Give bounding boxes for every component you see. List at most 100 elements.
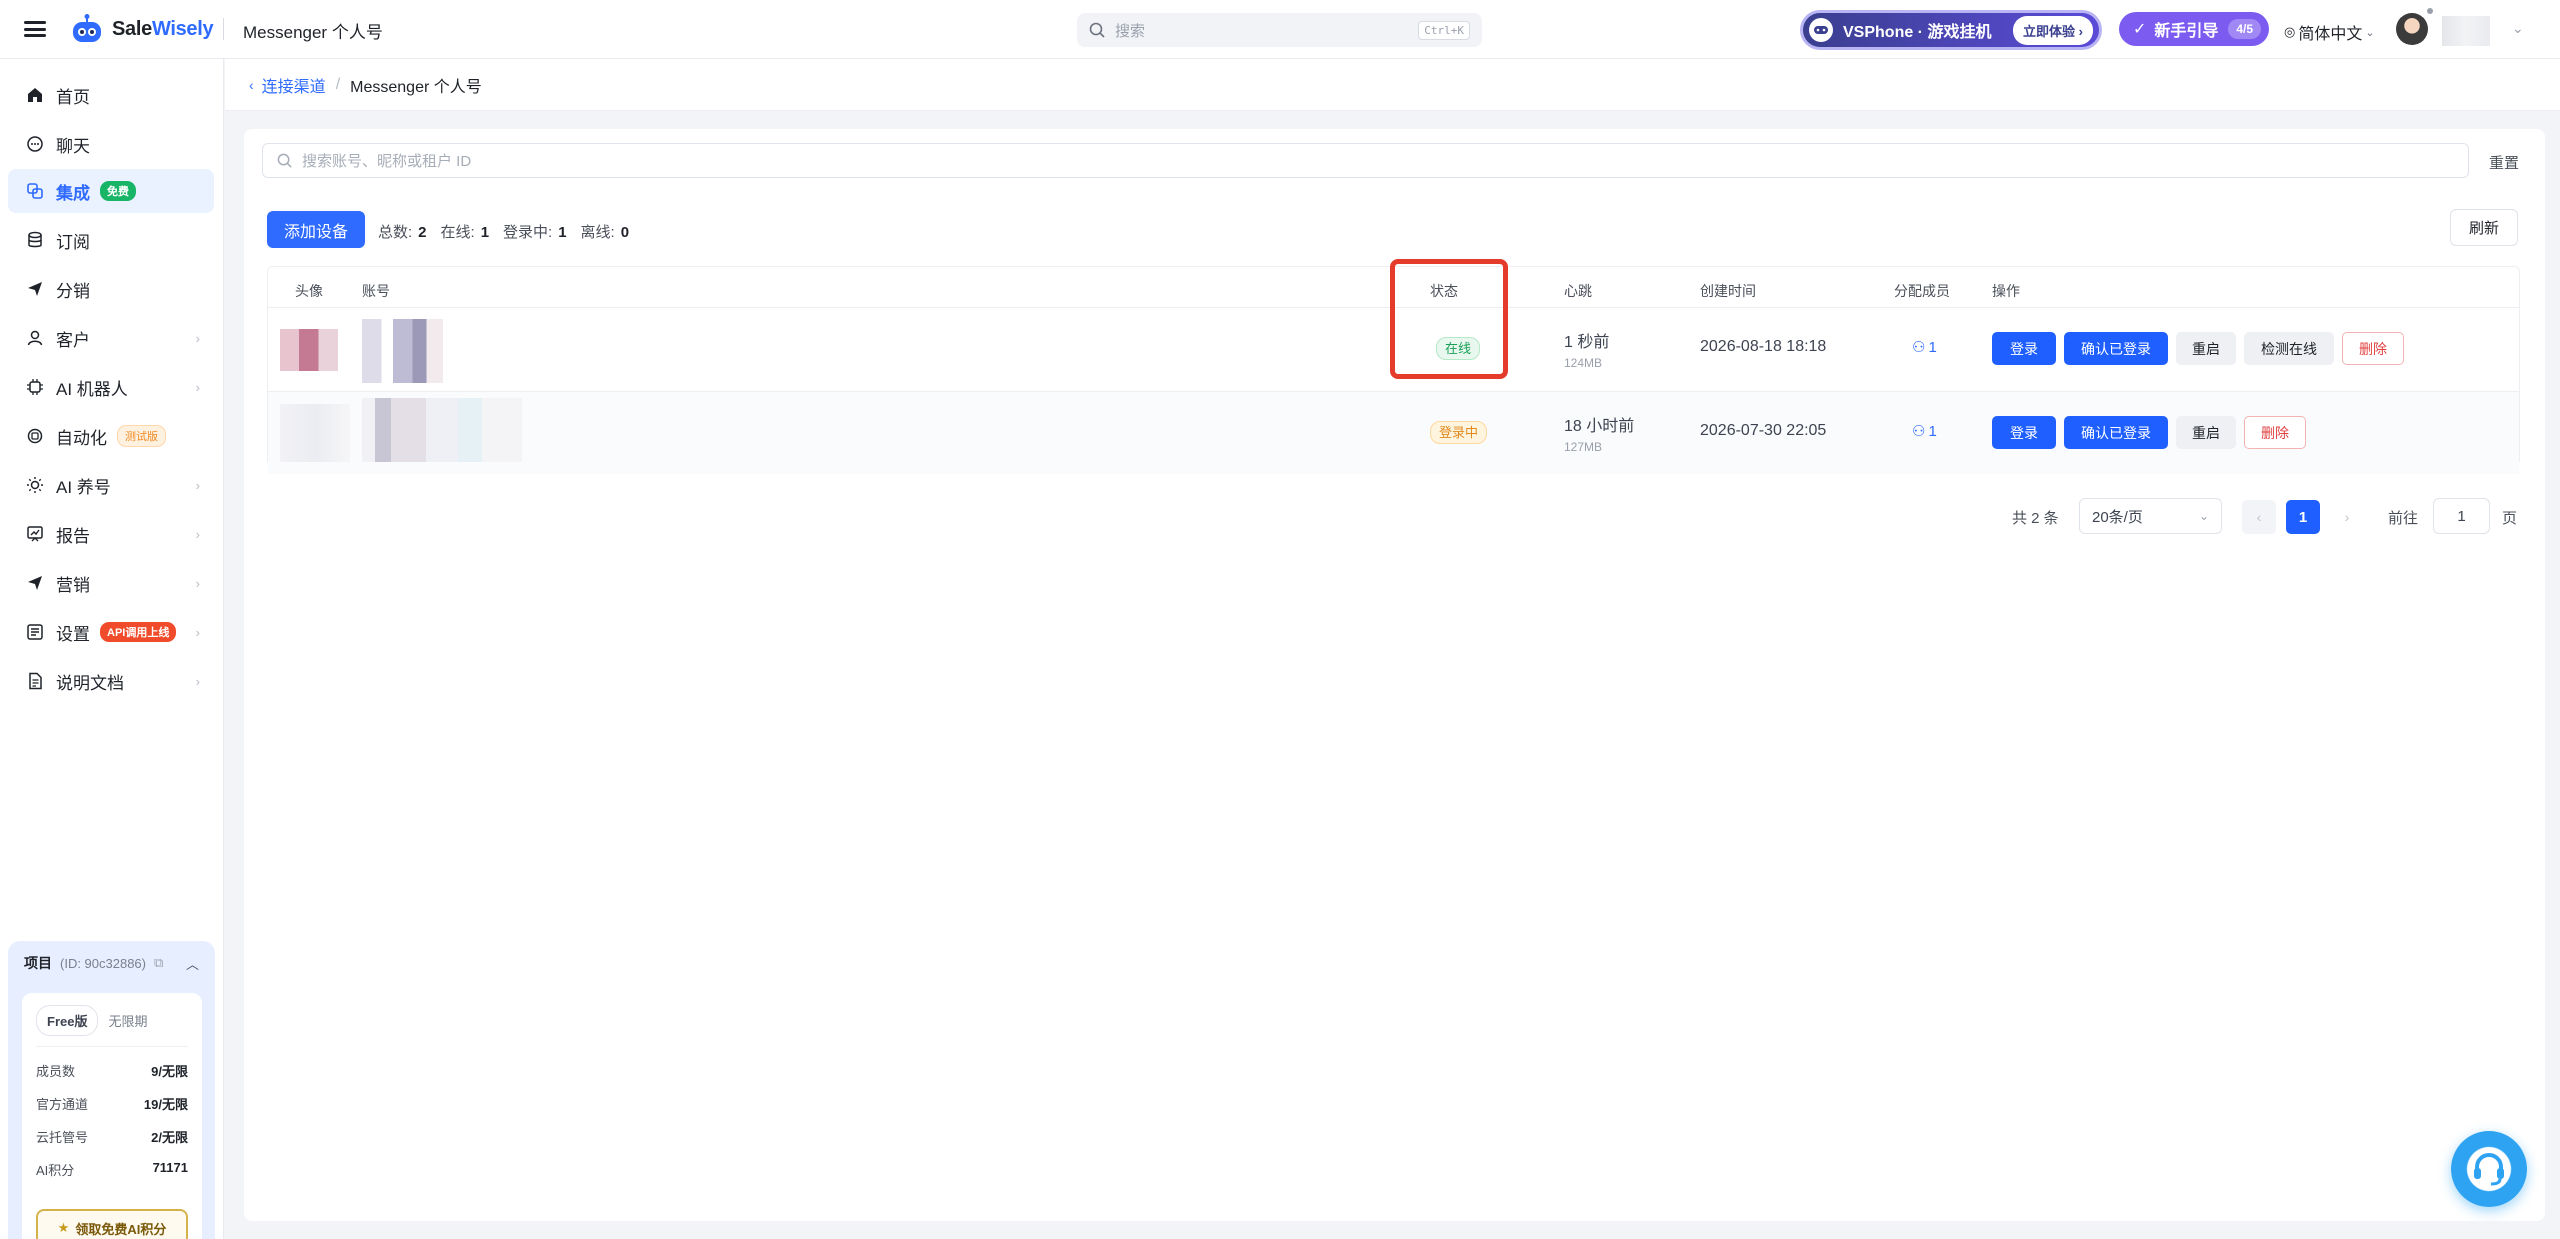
col-header-avatar: 头像 — [295, 283, 323, 299]
prev-page-button[interactable]: ‹ — [2242, 500, 2276, 534]
goto-label: 前往 — [2388, 510, 2419, 527]
send-icon — [25, 279, 45, 299]
global-search[interactable]: 搜索 Ctrl+K — [1077, 13, 1482, 47]
delete-button[interactable]: 删除 — [2342, 332, 2404, 365]
sidebar-item-ai-nurture[interactable]: AI 养号 › — [8, 463, 214, 507]
guide-progress: 4/5 — [2228, 19, 2261, 39]
sidebar-item-distribution[interactable]: 分销 — [8, 267, 214, 311]
page-number-current[interactable]: 1 — [2286, 500, 2320, 534]
confirm-login-button[interactable]: 确认已登录 — [2064, 416, 2168, 449]
plan-badge: Free版 — [36, 1005, 99, 1036]
breadcrumb-parent-link[interactable]: 连接渠道 — [262, 73, 326, 97]
pagination-total: 共 2 条 — [2012, 510, 2059, 527]
project-plan-card: Free版 无限期 成员数 9/无限 官方通道 19/无限 云托管号 2/无限 AI积… — [22, 993, 202, 1239]
stat-row: AI积分 71171 — [36, 1160, 188, 1178]
confirm-login-button[interactable]: 确认已登录 — [2064, 332, 2168, 365]
project-header[interactable]: 项目 (ID: 90c32886) ⧉ ︿ — [18, 951, 205, 975]
star-icon: ★ — [57, 1220, 70, 1235]
sidebar-item-reports[interactable]: 报告 › — [8, 512, 214, 556]
sidebar-item-chat[interactable]: 聊天 — [8, 122, 214, 166]
automation-icon — [25, 426, 45, 446]
sidebar-item-settings[interactable]: 设置 API调用上线 › — [8, 610, 214, 654]
add-device-button[interactable]: 添加设备 — [267, 211, 365, 248]
vsphone-cta-button[interactable]: 立即体验 › — [2013, 15, 2093, 45]
integration-icon — [25, 181, 45, 201]
plan-row: Free版 无限期 — [36, 1005, 188, 1047]
chevron-left-icon[interactable]: ‹ — [249, 77, 254, 93]
assigned-members[interactable]: ⚇ 1 — [1912, 422, 1937, 441]
claim-ai-credits-button[interactable]: ★ 领取免费AI积分 — [36, 1209, 188, 1239]
col-header-members: 分配成员 — [1894, 283, 1950, 299]
stat-row: 成员数 9/无限 — [36, 1064, 188, 1079]
user-avatar[interactable] — [2396, 13, 2428, 45]
col-header-heartbeat: 心跳 — [1564, 283, 1592, 299]
login-button[interactable]: 登录 — [1992, 416, 2056, 449]
account-blurred — [362, 398, 522, 462]
logo[interactable]: SaleWisely — [70, 14, 214, 44]
breadcrumb-separator: / — [335, 75, 341, 93]
login-button[interactable]: 登录 — [1992, 332, 2056, 365]
check-online-button[interactable]: 检测在线 — [2244, 332, 2334, 365]
beginner-guide-button[interactable]: ✓ 新手引导 4/5 — [2119, 12, 2269, 46]
user-menu-chevron-icon[interactable]: ⌄ — [2512, 20, 2524, 37]
robot-logo-icon — [70, 14, 104, 44]
global-search-placeholder: 搜索 — [1115, 22, 1146, 40]
refresh-button[interactable]: 刷新 — [2450, 209, 2518, 246]
sidebar-item-ai-bot[interactable]: AI 机器人 › — [8, 365, 214, 409]
page-title: Messenger 个人号 — [243, 23, 383, 42]
sidebar-item-customers[interactable]: 客户 › — [8, 316, 214, 360]
sidebar-item-marketing[interactable]: 营销 › — [8, 561, 214, 605]
user-icon: ⚇ — [1912, 423, 1926, 440]
restart-button[interactable]: 重启 — [2176, 332, 2236, 365]
sidebar-item-integration[interactable]: 集成 免费 — [8, 169, 214, 213]
project-title: 项目 — [24, 955, 52, 971]
sidebar-item-home[interactable]: 首页 — [8, 73, 214, 117]
chevron-right-icon: › — [195, 526, 200, 542]
copy-icon[interactable]: ⧉ — [154, 955, 163, 971]
sidebar-item-docs[interactable]: 说明文档 › — [8, 659, 214, 703]
chevron-up-icon[interactable]: ︿ — [186, 954, 199, 973]
notification-dot — [2427, 8, 2433, 14]
logo-text: SaleWisely — [112, 17, 214, 40]
search-icon — [277, 153, 292, 168]
api-launch-tag: API调用上线 — [100, 622, 177, 642]
menu-icon[interactable] — [24, 18, 46, 40]
status-badge: 在线 — [1436, 337, 1481, 360]
table-row: 登录中 18 小时前 127MB 2026-07-30 22:05 ⚇ 1 登录 … — [268, 391, 2519, 474]
delete-button[interactable]: 删除 — [2244, 416, 2306, 449]
sidebar-item-subscription[interactable]: 订阅 — [8, 218, 214, 262]
chevron-right-icon: › — [195, 379, 200, 395]
device-table: 头像 账号 状态 心跳 创建时间 分配成员 操作 在线 1 秒前 124MB 2… — [267, 266, 2520, 474]
count-logging-in: 登录中: 1 — [503, 224, 567, 241]
count-online: 在线: 1 — [440, 224, 490, 241]
search-icon — [1089, 22, 1105, 38]
goto-page-input[interactable] — [2433, 498, 2490, 534]
sun-icon — [25, 475, 45, 495]
top-bar: SaleWisely Messenger 个人号 搜索 Ctrl+K VSPho… — [0, 0, 2560, 59]
col-header-status: 状态 — [1430, 283, 1458, 299]
report-icon — [25, 524, 45, 544]
sidebar-item-automation[interactable]: 自动化 测试版 — [8, 414, 214, 458]
chat-icon — [25, 134, 45, 154]
status-badge: 登录中 — [1430, 421, 1488, 444]
support-chat-button[interactable] — [2451, 1131, 2527, 1207]
assigned-members[interactable]: ⚇ 1 — [1912, 338, 1937, 357]
top-divider — [223, 18, 224, 40]
user-name-blurred[interactable] — [2442, 16, 2490, 46]
reset-button[interactable]: 重置 — [2489, 152, 2519, 173]
project-panel: 项目 (ID: 90c32886) ⧉ ︿ Free版 无限期 成员数 9/无限 … — [8, 941, 215, 1239]
doc-icon — [25, 671, 45, 691]
main-card: 搜索账号、昵称或租户 ID 重置 添加设备 总数: 2 在线: 1 登录中: 1 离线… — [244, 129, 2545, 1221]
chevron-down-icon: ⌄ — [2198, 509, 2209, 523]
restart-button[interactable]: 重启 — [2176, 416, 2236, 449]
account-blurred — [362, 319, 502, 383]
vsphone-promo[interactable]: VSPhone · 游戏挂机 立即体验 › — [1800, 10, 2102, 50]
breadcrumb-current: Messenger 个人号 — [350, 78, 482, 96]
account-search-input[interactable]: 搜索账号、昵称或租户 ID — [262, 143, 2469, 178]
next-page-button[interactable]: › — [2330, 500, 2364, 534]
vsphone-text: VSPhone · 游戏挂机 — [1843, 24, 1992, 41]
database-icon — [25, 230, 45, 250]
language-selector[interactable]: ◎ 简体中文 ⌄ — [2284, 20, 2375, 44]
page-size-select[interactable]: 20条/页 ⌄ — [2079, 498, 2222, 534]
count-offline: 离线: 0 — [580, 224, 630, 241]
